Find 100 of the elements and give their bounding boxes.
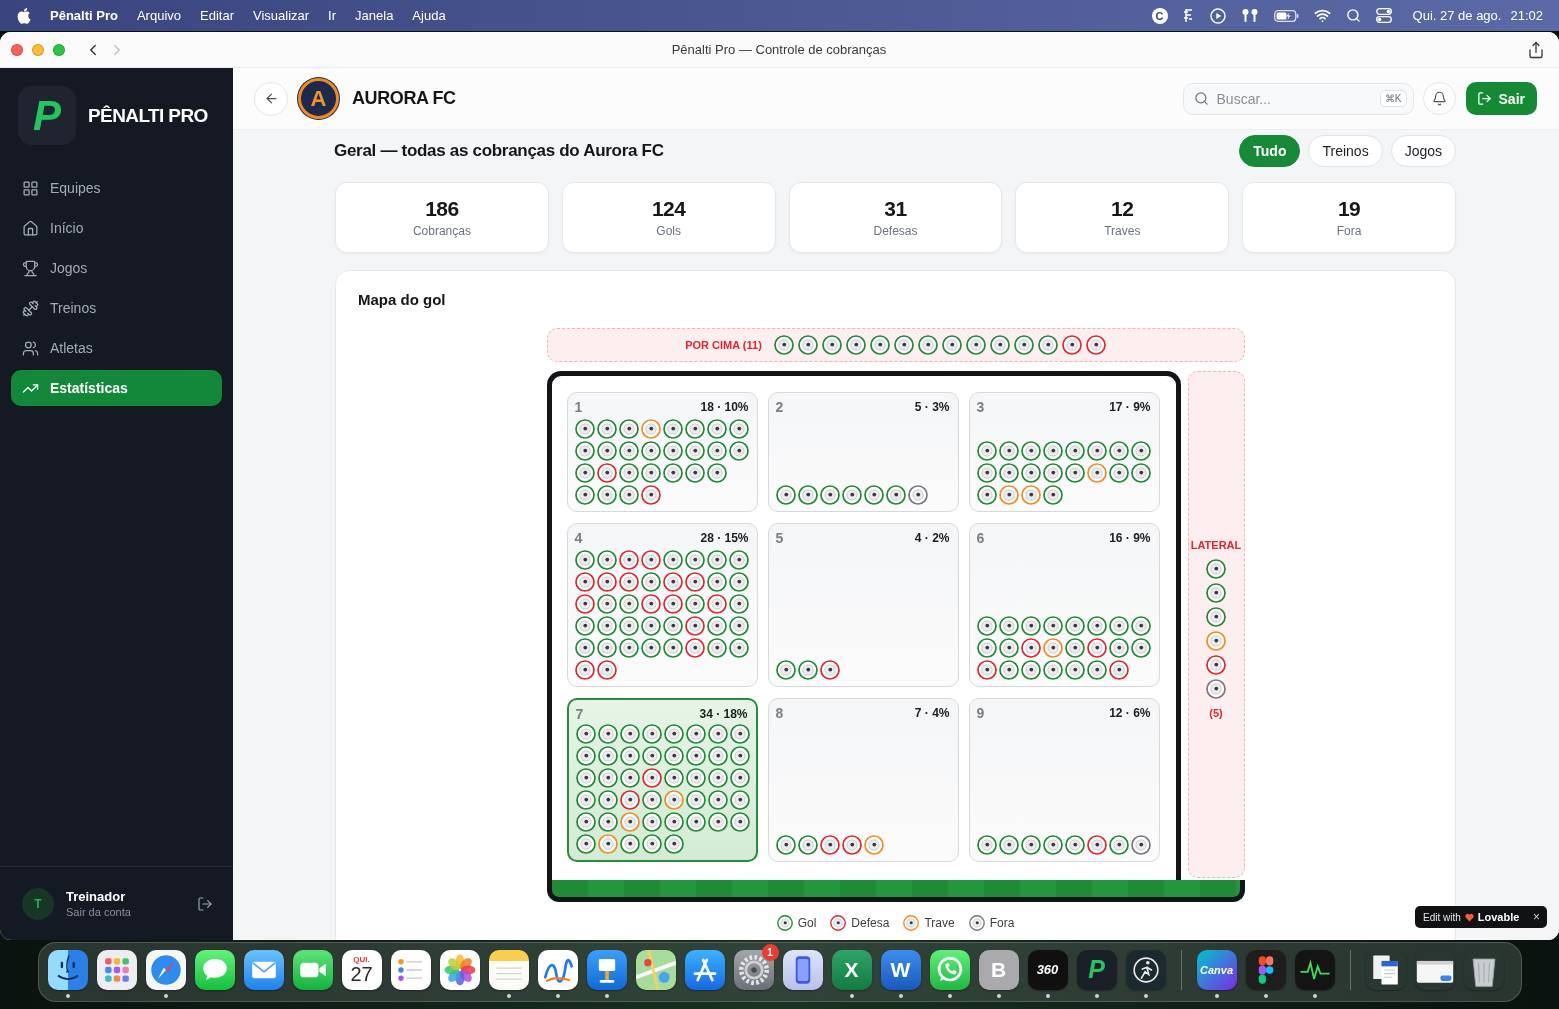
goal-zone[interactable]: 6 16 · 9% [968, 523, 1160, 687]
filter-tab[interactable]: Jogos [1390, 135, 1456, 167]
ball-icon [1108, 660, 1129, 680]
ball-icon [685, 790, 706, 810]
close-button[interactable]: × [1533, 911, 1540, 923]
ball-icon [641, 746, 662, 766]
ball-icon [976, 638, 997, 658]
flower-icon[interactable] [439, 949, 480, 990]
ball-icon [574, 572, 595, 592]
play-circle-icon[interactable] [1209, 7, 1226, 24]
ball-icon [1020, 660, 1041, 680]
stat-label: Traves [1104, 224, 1141, 238]
calendar-date: 27 [350, 963, 373, 985]
battery-icon[interactable] [1273, 9, 1299, 22]
dark-app-icon[interactable]: 360 [1027, 949, 1068, 990]
ball-icon [998, 638, 1019, 658]
logout-icon [197, 895, 213, 912]
ball-icon [941, 335, 962, 355]
filter-tab[interactable]: Tudo [1239, 135, 1301, 167]
goal-zone[interactable]: 9 12 · 6% [968, 698, 1160, 862]
phone-icon[interactable] [782, 949, 823, 990]
ball-icon [596, 572, 617, 592]
lateral-label: LATERAL [1190, 538, 1242, 551]
zone-summary: 4 · 2% [914, 531, 950, 545]
compass-icon[interactable] [145, 949, 186, 990]
menu-bar-clock[interactable]: 21:02 [1510, 8, 1543, 23]
ball-icon [619, 768, 640, 788]
calendar-icon[interactable]: QUI. 27 [341, 949, 382, 990]
status-app-icon[interactable]: C [1151, 7, 1168, 24]
filter-tab[interactable]: Treinos [1308, 135, 1383, 167]
promo-brand[interactable]: Lovable [1477, 911, 1520, 923]
ball-icon [775, 485, 796, 505]
menu-item[interactable]: Ajuda [412, 8, 446, 23]
search-icon[interactable] [1345, 8, 1361, 23]
goal-zone[interactable]: 4 28 · 15% [566, 523, 758, 687]
goal-zone[interactable]: 7 34 · 18% [566, 698, 758, 862]
goal-zone[interactable]: 5 4 · 2% [767, 523, 959, 687]
menu-bar-date[interactable]: Qui. 27 de ago. [1412, 8, 1502, 23]
stat-value: 124 [651, 197, 686, 221]
menu-item[interactable]: Janela [355, 8, 394, 23]
ball-icon [618, 463, 639, 483]
zoom-button[interactable] [53, 43, 65, 56]
glyph-icon[interactable] [1182, 8, 1195, 23]
ball-icon [662, 550, 683, 570]
ball-icon [574, 660, 595, 680]
ball-icon [597, 812, 618, 832]
sidebar-item[interactable]: Jogos [11, 250, 222, 286]
ball-icon [640, 441, 661, 461]
apple-icon[interactable] [17, 7, 31, 24]
lectern-icon[interactable] [586, 949, 627, 990]
phone-bubble-icon[interactable] [929, 949, 970, 990]
app-grid-icon[interactable] [96, 949, 137, 990]
earbuds-icon[interactable] [1240, 8, 1259, 23]
ball-icon [618, 572, 639, 592]
crossed-tools-icon[interactable] [684, 949, 725, 990]
search-icon [1193, 90, 1209, 106]
p-mark-app-icon[interactable]: P [1076, 949, 1117, 990]
chat-bubble-icon[interactable] [194, 949, 235, 990]
design-app-icon[interactable]: Canva [1196, 949, 1237, 990]
goal-zone[interactable]: 2 5 · 3% [767, 392, 959, 512]
sidebar-item[interactable]: Equipes [11, 170, 222, 206]
wifi-icon[interactable] [1313, 7, 1331, 24]
toggles-icon[interactable] [1375, 8, 1392, 23]
checklist-icon[interactable] [390, 949, 431, 990]
sidebar-item[interactable]: Atletas [11, 330, 222, 366]
menu-item[interactable]: Editar [200, 8, 234, 23]
ball-icon [685, 724, 706, 744]
close-button[interactable] [11, 43, 23, 56]
ball-icon [662, 463, 683, 483]
sidebar-item[interactable]: Início [11, 210, 222, 246]
ball-icon [662, 594, 683, 614]
notifications-button[interactable] [1422, 82, 1456, 115]
colored-shapes-icon[interactable] [1245, 949, 1286, 990]
goal-zone[interactable]: 8 7 · 4% [767, 698, 959, 862]
legend-label: Trave [924, 916, 955, 930]
goal-zone[interactable]: 3 17 · 9% [968, 392, 1160, 512]
video-camera-icon[interactable] [292, 949, 333, 990]
notepad-icon[interactable] [488, 949, 529, 990]
ball-icon [685, 746, 706, 766]
spreadsheet-app-icon[interactable]: X [831, 949, 872, 990]
envelope-icon[interactable] [243, 949, 284, 990]
menu-item[interactable]: Arquivo [136, 8, 181, 23]
goal-zone[interactable]: 1 18 · 10% [566, 392, 758, 512]
scribble-icon[interactable] [537, 949, 578, 990]
sidebar-item[interactable]: Treinos [11, 290, 222, 326]
ball-icon [775, 835, 796, 855]
ball-icon [619, 812, 640, 832]
back-button[interactable] [254, 81, 288, 116]
sidebar-item[interactable]: Estatísticas [11, 370, 222, 406]
menu-item[interactable]: Ir [328, 8, 337, 23]
trophy-icon [22, 259, 39, 277]
gear-icon[interactable] [733, 949, 774, 990]
app-menu[interactable]: Pênalti Pro [50, 8, 118, 23]
two-tone-face-icon[interactable] [47, 949, 88, 990]
menu-item[interactable]: Visualizar [252, 8, 310, 23]
exit-button[interactable]: Sair [1465, 82, 1537, 115]
document-app-icon[interactable]: W [880, 949, 921, 990]
map-icon[interactable] [635, 949, 676, 990]
zone-summary: 18 · 10% [700, 400, 749, 414]
ball-icon [797, 660, 818, 680]
